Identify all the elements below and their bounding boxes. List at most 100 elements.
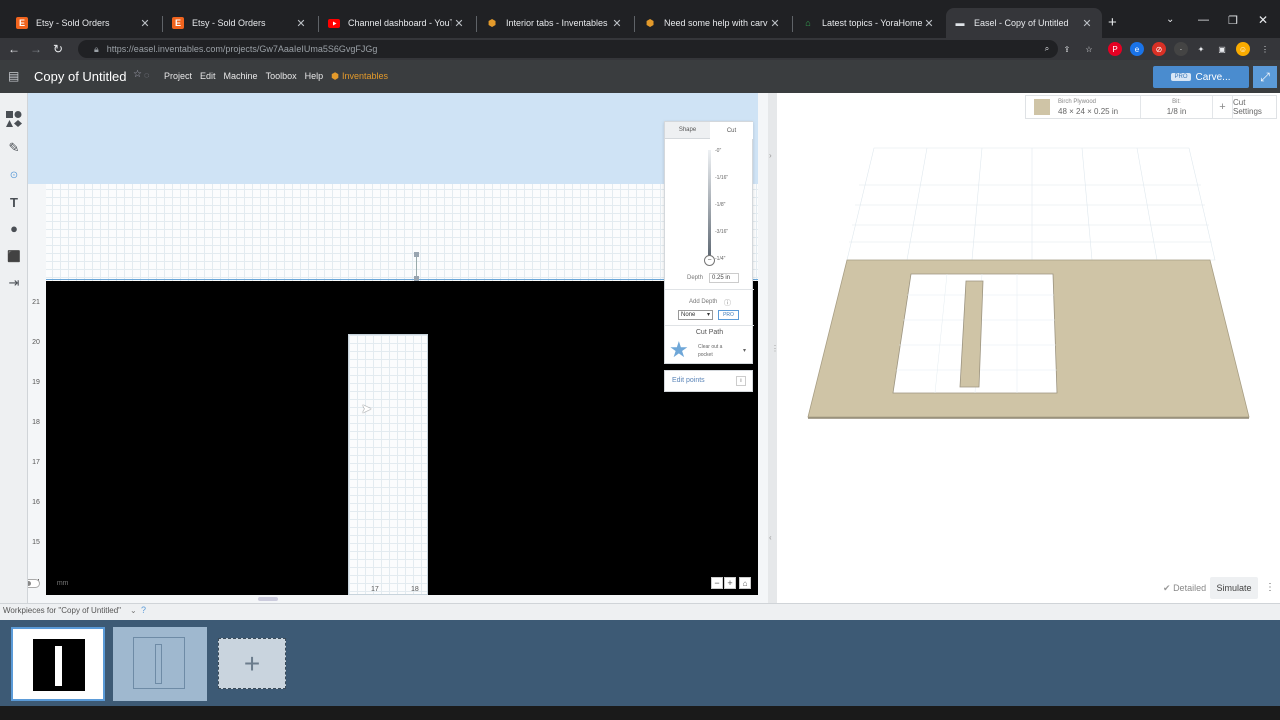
extension-icon[interactable]: · (1174, 42, 1188, 56)
easel-icon: ▬ (955, 18, 965, 28)
browser-tab[interactable]: E Etsy - Sold Orders ✕ (8, 8, 160, 38)
material-size: 48 × 24 × 0.25 in (1058, 107, 1119, 116)
collapse-right-icon[interactable]: › (769, 151, 772, 160)
more-options-icon[interactable]: ⋮ (1265, 582, 1275, 593)
url-field[interactable]: 🔒︎ https://easel.inventables.com/project… (78, 40, 1058, 58)
easel-logo-icon[interactable]: ▤ (8, 69, 24, 83)
point-icon[interactable]: ⊙ (5, 166, 23, 184)
help-icon[interactable]: ⓘ (724, 298, 731, 308)
tab-search-icon[interactable]: ⌄ (1166, 14, 1174, 25)
minimize-icon[interactable]: — (1198, 14, 1209, 26)
extension-icon[interactable]: e (1130, 42, 1144, 56)
workpiece-thumbnail[interactable] (113, 627, 207, 701)
close-icon[interactable]: ✕ (452, 17, 466, 30)
detailed-label: Detailed (1173, 583, 1207, 593)
horizontal-scrollbar[interactable] (258, 597, 278, 601)
bit-selector[interactable]: Bit: 1/8 in (1141, 96, 1213, 118)
tab-cut[interactable]: Cut (710, 122, 753, 139)
bookmark-star-icon[interactable]: ☆ (1082, 42, 1096, 56)
menu-machine[interactable]: Machine (224, 71, 258, 82)
cut-settings-panel: Shape Cut − -0" -1/16" -1/8" -3/16" -1/4… (664, 121, 754, 364)
browser-tab[interactable]: ⬢ Interior tabs - Inventables Comm ✕ (478, 8, 632, 38)
menu-edit[interactable]: Edit (200, 71, 216, 82)
share-icon[interactable]: ⇪ (1060, 42, 1074, 56)
pen-icon[interactable]: ✎ (5, 139, 23, 157)
depth-slider-handle[interactable]: − (704, 255, 715, 266)
machine-connect-icon[interactable]: ⤢ (1253, 66, 1277, 88)
tab-title: Latest topics - YoraHome Comm (822, 18, 922, 28)
depth-slider-track[interactable] (708, 150, 711, 260)
close-icon[interactable]: ✕ (768, 17, 782, 30)
forward-icon[interactable]: → (28, 41, 44, 57)
simulate-button[interactable]: Simulate (1210, 577, 1258, 599)
lock-icon: 🔒︎ (94, 43, 99, 54)
add-workpiece-button[interactable]: + (218, 638, 286, 689)
puzzle-icon[interactable]: ✦ (1194, 42, 1208, 56)
collapse-left-icon[interactable]: ‹ (769, 533, 772, 542)
workpieces-bar: Workpieces for "Copy of Untitled" ⌄ ? (0, 603, 1280, 620)
pro-badge[interactable]: PRO (718, 310, 739, 320)
new-tab-icon[interactable]: + (1108, 14, 1117, 31)
zoom-icon[interactable]: ⌕ (1040, 42, 1054, 56)
add-depth-select[interactable]: None ▾ (678, 310, 713, 320)
menu-help[interactable]: Help (305, 71, 324, 82)
help-icon[interactable]: ? (141, 605, 146, 615)
saving-icon: ◌ (144, 70, 150, 80)
add-bit-button[interactable]: + (1213, 96, 1233, 118)
restore-icon[interactable]: ❐ (1228, 14, 1238, 27)
workpiece-thumbnail-active[interactable] (11, 627, 105, 701)
vertical-ruler: 21 20 19 18 17 16 15 14 (28, 184, 46, 595)
zoom-out-icon[interactable]: − (711, 577, 723, 589)
close-icon[interactable]: ✕ (1080, 17, 1094, 30)
carve-button[interactable]: PRO Carve... (1153, 66, 1249, 88)
edit-points-label[interactable]: Edit points (672, 377, 705, 384)
depth-mark: -1/8" (715, 202, 726, 208)
window-close-icon[interactable]: ✕ (1258, 13, 1268, 27)
depth-input[interactable]: 0.25 in (709, 273, 739, 283)
rotate-handle[interactable] (414, 252, 419, 257)
browser-tab-active[interactable]: ▬ Easel - Copy of Untitled ✕ (946, 8, 1102, 38)
info-icon[interactable]: ı (736, 376, 746, 386)
sidebar-icon[interactable]: ▣ (1215, 42, 1229, 56)
pocket-slot-shape[interactable] (348, 334, 428, 595)
3d-box-icon[interactable]: ⬛ (5, 247, 23, 265)
close-icon[interactable]: ✕ (294, 17, 308, 30)
pinterest-icon[interactable]: P (1108, 42, 1122, 56)
unit-mm-label: mm (56, 580, 69, 587)
apps-icon[interactable]: ● (5, 219, 23, 237)
browser-tab[interactable]: ⬢ Need some help with carvings ✕ (636, 8, 790, 38)
menu-inventables[interactable]: Inventables (342, 71, 388, 82)
import-icon[interactable]: ⇥ (5, 274, 23, 292)
menu-project[interactable]: Project (164, 71, 192, 82)
browser-tab[interactable]: Channel dashboard - YouTube S ✕ (320, 8, 474, 38)
tab-shape[interactable]: Shape (665, 122, 710, 139)
edit-points-bar[interactable]: Edit points ı (664, 370, 753, 392)
shapes-icon[interactable] (5, 110, 23, 128)
material-selector[interactable]: Birch Plywood 48 × 24 × 0.25 in (1026, 96, 1141, 118)
browser-tab[interactable]: ⌂ Latest topics - YoraHome Comm ✕ (794, 8, 944, 38)
back-icon[interactable]: ← (6, 41, 22, 57)
zoom-in-icon[interactable]: + (724, 577, 736, 589)
blocker-icon[interactable]: ⊘ (1152, 42, 1166, 56)
text-icon[interactable]: T (5, 193, 23, 211)
depth-label: Depth (687, 275, 704, 281)
reload-icon[interactable]: ↻ (50, 41, 66, 57)
pocket-star-icon[interactable]: ★ (669, 339, 689, 361)
chevron-down-icon[interactable]: ⌄ (130, 606, 137, 615)
menu-toolbox[interactable]: Toolbox (266, 71, 297, 82)
browser-tab[interactable]: E Etsy - Sold Orders ✕ (164, 8, 316, 38)
detailed-toggle[interactable]: ✔ Detailed (1163, 583, 1206, 594)
avatar[interactable]: ☺ (1236, 42, 1250, 56)
close-icon[interactable]: ✕ (138, 17, 152, 30)
star-icon[interactable]: ☆ (133, 69, 142, 80)
chevron-down-icon[interactable]: ▾ (743, 347, 746, 354)
preview-grid (846, 147, 1216, 261)
close-icon[interactable]: ✕ (610, 17, 624, 30)
home-view-icon[interactable]: ⌂ (739, 577, 751, 589)
selection-outline (44, 279, 758, 280)
cut-settings-button[interactable]: Cut Settings (1233, 96, 1276, 118)
menu-icon[interactable]: ⋮ (1258, 42, 1272, 56)
3d-preview-canvas[interactable] (777, 120, 1280, 430)
project-title[interactable]: Copy of Untitled (34, 69, 127, 84)
close-icon[interactable]: ✕ (922, 17, 936, 30)
